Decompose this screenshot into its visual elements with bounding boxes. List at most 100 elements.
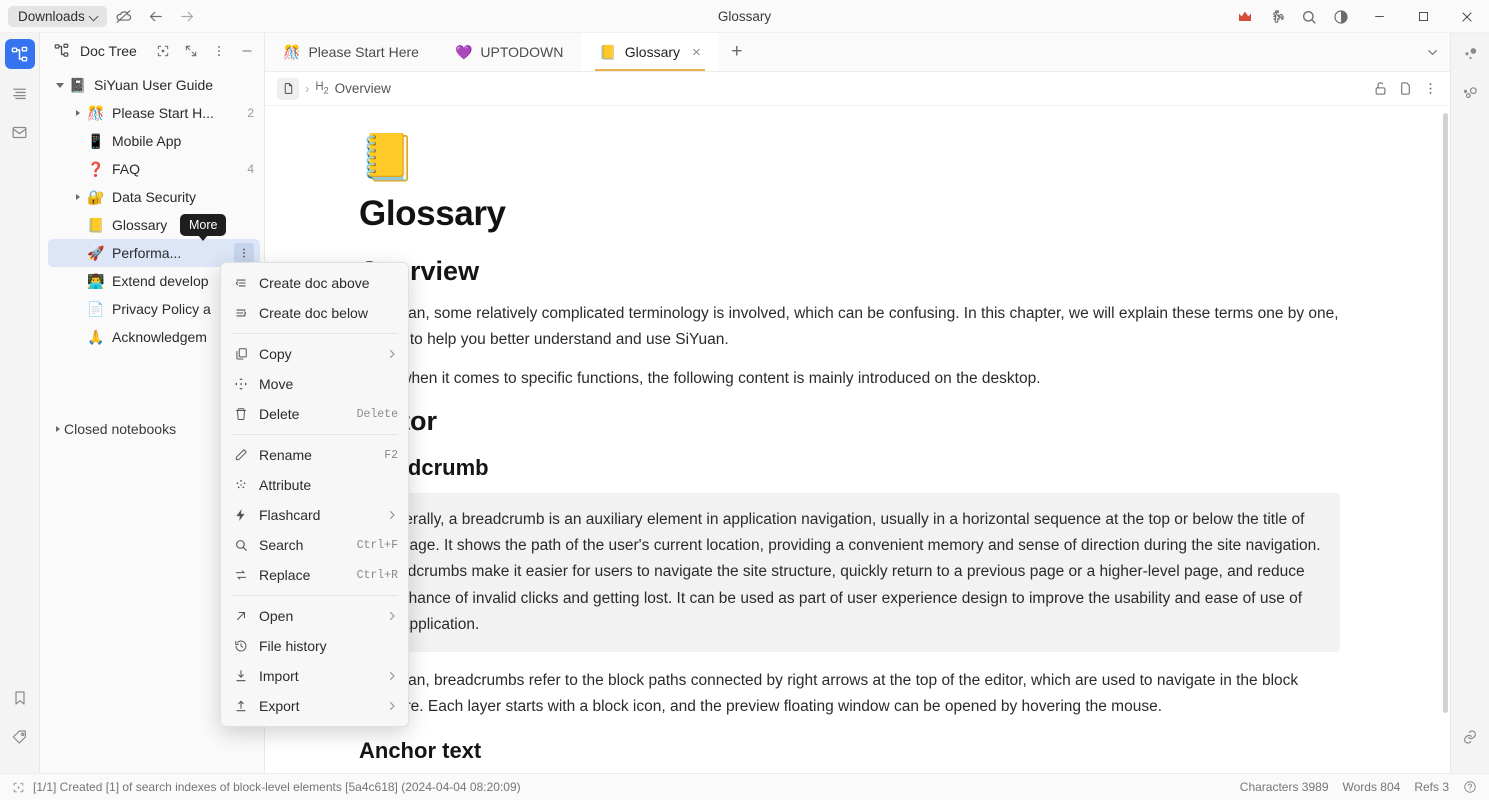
open-icon <box>233 609 249 623</box>
closed-notebooks-label: Closed notebooks <box>64 421 177 437</box>
menu-item-label: Create doc below <box>259 305 368 321</box>
menu-item-label: Delete <box>259 406 300 422</box>
tree-item-please-start-h[interactable]: 🎊 Please Start H... 2 <box>48 99 260 127</box>
crown-icon[interactable] <box>1229 0 1261 33</box>
heading-overview[interactable]: Overview <box>359 256 1340 287</box>
chevron-down-icon[interactable] <box>52 77 68 93</box>
cloud-off-icon[interactable] <box>109 3 139 29</box>
tree-item-emoji: 🚀 <box>87 244 105 261</box>
help-icon[interactable] <box>1463 780 1477 794</box>
menu-item-open[interactable]: Open <box>221 601 408 631</box>
dock-outline-button[interactable] <box>5 78 35 108</box>
paragraph-intro[interactable]: In SiYuan, some relatively complicated t… <box>359 301 1340 352</box>
doc-tree-title: Doc Tree <box>80 42 137 59</box>
puzzle-icon[interactable] <box>1261 0 1293 33</box>
refs-count: Refs 3 <box>1414 780 1449 794</box>
dock-backlink-graph-button[interactable] <box>1455 39 1485 69</box>
more-tooltip: More <box>180 214 227 241</box>
heading-breadcrumb[interactable]: Breadcrumb <box>359 455 1340 481</box>
tab-close-icon[interactable]: × <box>692 45 701 60</box>
paragraph-breadcrumb-siyuan[interactable]: In SiYuan, breadcrumbs refer to the bloc… <box>359 668 1340 719</box>
menu-item-create-doc-below[interactable]: Create doc below <box>221 298 408 328</box>
tabbar-overflow-button[interactable] <box>1425 33 1450 71</box>
unlock-icon[interactable] <box>1373 81 1388 96</box>
status-bar: [1/1] Created [1] of search indexes of b… <box>0 773 1489 800</box>
dock-link-button[interactable] <box>1455 722 1485 752</box>
document-emoji[interactable]: 📒 <box>359 134 1340 180</box>
tree-item-data-security[interactable]: 🔐 Data Security <box>48 183 260 211</box>
dock-tag-button[interactable] <box>5 722 35 752</box>
document-content[interactable]: 📒 Glossary Overview In SiYuan, some rela… <box>265 106 1440 773</box>
panel-more-icon[interactable] <box>208 40 230 62</box>
create-below-icon <box>233 306 249 320</box>
move-icon <box>233 377 249 391</box>
tree-item-more-icon[interactable] <box>234 243 254 263</box>
quote-block[interactable]: Generally, a breadcrumb is an auxiliary … <box>359 492 1340 653</box>
search-icon[interactable] <box>1293 0 1325 33</box>
tree-item-emoji: 📒 <box>87 216 105 233</box>
tree-item-label: SiYuan User Guide <box>94 77 214 93</box>
tab-uptodown[interactable]: 💜 UPTODOWN <box>437 33 581 71</box>
back-icon[interactable] <box>141 3 171 29</box>
editor-scrollbar[interactable] <box>1443 113 1448 713</box>
tree-item-count: 2 <box>247 106 254 120</box>
paragraph-note[interactable]: Note, when it comes to specific function… <box>359 366 1340 392</box>
dock-inbox-button[interactable] <box>5 117 35 147</box>
menu-item-rename[interactable]: Rename F2 <box>221 440 408 470</box>
tree-item-faq[interactable]: ❓ FAQ 4 <box>48 155 260 183</box>
menu-item-import[interactable]: Import <box>221 661 408 691</box>
menu-item-replace[interactable]: Replace Ctrl+R <box>221 560 408 590</box>
menu-item-search[interactable]: Search Ctrl+F <box>221 530 408 560</box>
minimize-button[interactable] <box>1357 0 1401 33</box>
breadcrumb-item-overview[interactable]: Overview <box>335 81 391 96</box>
chevron-right-icon[interactable] <box>70 105 86 121</box>
tree-item-siyuan-user-guide[interactable]: 📓 SiYuan User Guide <box>48 71 260 99</box>
caret-glyph <box>56 82 64 88</box>
tab-label: UPTODOWN <box>480 44 564 60</box>
tab-please-start-here[interactable]: 🎊 Please Start Here <box>265 33 437 71</box>
heading-anchor-text[interactable]: Anchor text <box>359 738 1340 764</box>
menu-item-move[interactable]: Move <box>221 369 408 399</box>
tree-item-emoji: 👨‍💻 <box>87 272 105 289</box>
tab-bar: 🎊 Please Start Here 💜 UPTODOWN 📒 Glossary × + <box>265 33 1450 72</box>
tree-item-glossary[interactable]: 📒 Glossary <box>48 211 260 239</box>
menu-item-label: Export <box>259 698 300 714</box>
menu-item-shortcut: Delete <box>356 407 398 421</box>
chevron-right-icon[interactable] <box>70 189 86 205</box>
maximize-button[interactable] <box>1401 0 1445 33</box>
workspace-selector[interactable]: Downloads <box>8 5 107 27</box>
file-icon[interactable] <box>277 77 299 100</box>
fullwidth-icon[interactable] <box>1398 81 1413 96</box>
menu-item-copy[interactable]: Copy <box>221 339 408 369</box>
import-icon <box>233 669 249 683</box>
pencil-icon <box>233 448 249 462</box>
theme-toggle-icon[interactable] <box>1325 0 1357 33</box>
new-tab-button[interactable]: + <box>719 33 755 71</box>
document-title[interactable]: Glossary <box>359 194 1340 234</box>
dock-doc-tree-button[interactable] <box>4 39 35 69</box>
menu-item-create-doc-above[interactable]: Create doc above <box>221 268 408 298</box>
close-button[interactable] <box>1445 0 1489 33</box>
tree-item-mobile-app[interactable]: 📱 Mobile App <box>48 127 260 155</box>
menu-item-delete[interactable]: Delete Delete <box>221 399 408 429</box>
right-dock <box>1450 33 1489 773</box>
menu-item-attribute[interactable]: Attribute <box>221 470 408 500</box>
menu-item-file-history[interactable]: File history <box>221 631 408 661</box>
tab-emoji: 🎊 <box>283 43 301 60</box>
tree-item-label: Mobile App <box>112 133 182 149</box>
heading-editor[interactable]: Editor <box>359 406 1340 437</box>
menu-item-export[interactable]: Export <box>221 691 408 721</box>
editor-more-icon[interactable] <box>1423 81 1438 96</box>
dock-global-graph-button[interactable] <box>1455 78 1485 108</box>
collapse-icon[interactable] <box>180 40 202 62</box>
status-indicator-icon <box>12 781 25 794</box>
menu-item-flashcard[interactable]: Flashcard <box>221 500 408 530</box>
forward-icon[interactable] <box>173 3 203 29</box>
tab-glossary[interactable]: 📒 Glossary × <box>581 33 719 71</box>
panel-minimize-icon[interactable] <box>236 40 258 62</box>
closed-notebooks-row[interactable]: Closed notebooks <box>56 421 176 437</box>
focus-icon[interactable] <box>152 40 174 62</box>
titlebar-right-group <box>1229 0 1489 33</box>
tree-item-label: Performa... <box>112 245 182 261</box>
dock-bookmark-button[interactable] <box>5 683 35 713</box>
